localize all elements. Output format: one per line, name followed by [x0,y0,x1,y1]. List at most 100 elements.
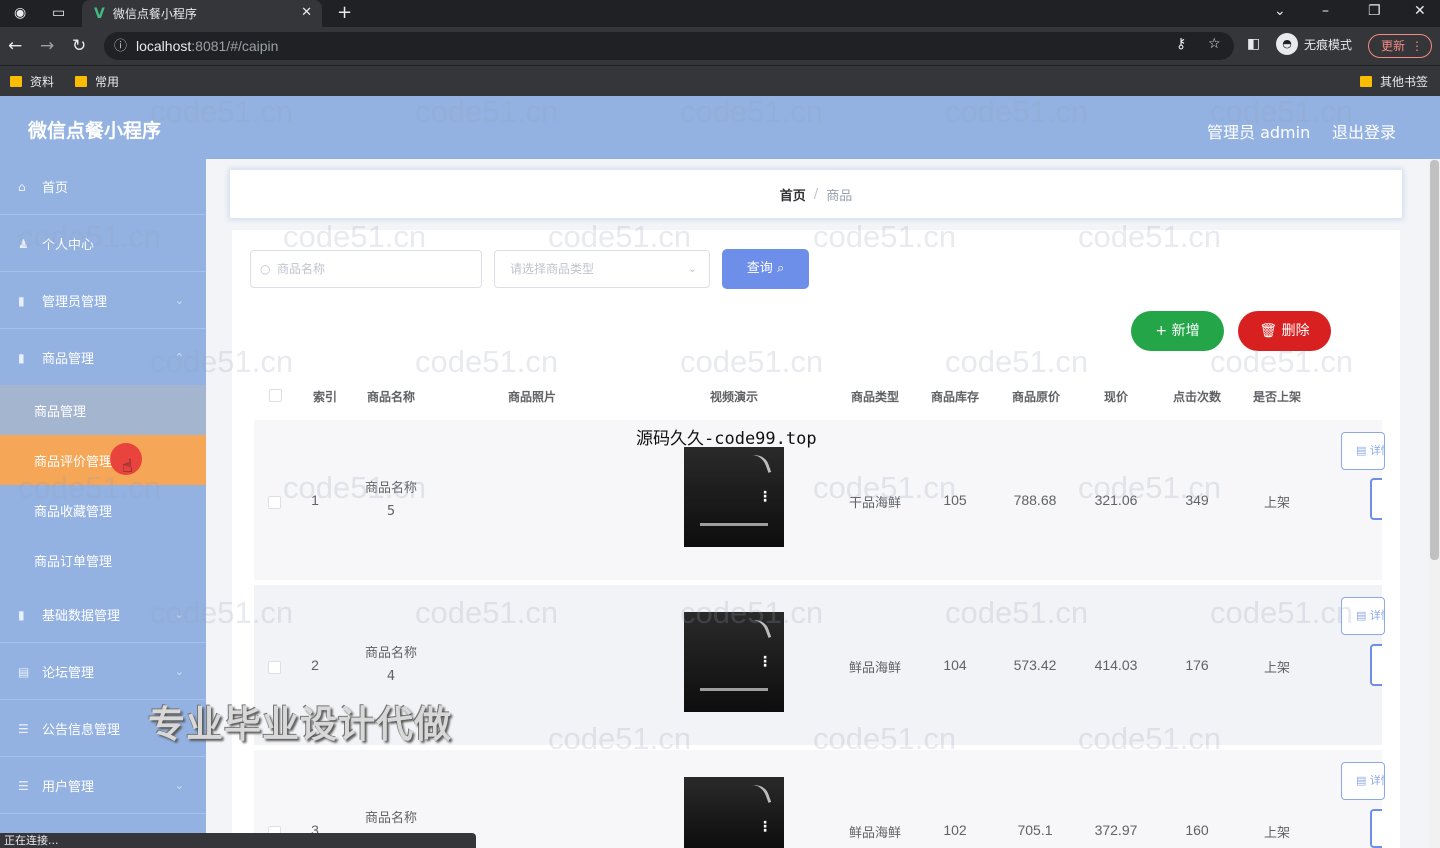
product-name-search-input[interactable]: ○ 商品名称 [250,250,482,288]
sidebar-item-label: 公告信息管理 [42,723,121,738]
new-tab-icon[interactable]: + [337,2,352,23]
site-info-icon[interactable]: ⓘ [114,32,127,60]
app-title: 微信点餐小程序 [28,120,162,142]
column-header-original-price[interactable]: 商品原价 [1000,388,1072,405]
logout-link[interactable]: 退出登录 [1332,119,1396,143]
video-player[interactable]: ⋮ [684,612,784,712]
query-label: 查询 [746,261,773,276]
sidebar-sub-product-manage[interactable]: 商品管理 [0,385,206,435]
cell-clicks: 160 [1185,822,1209,838]
current-user-label: 管理员 admin [1207,123,1311,142]
column-header-video: 视频演示 [709,390,758,404]
column-header-price[interactable]: 现价 [1086,388,1146,405]
product-type-select[interactable]: 请选择商品类型 ⌄ [494,250,710,288]
minimize-icon[interactable]: – [1322,3,1329,19]
scrollbar-thumb[interactable] [1430,160,1439,560]
cell-price: 321.06 [1094,492,1138,508]
column-header-clicks[interactable]: 点击次数 [1160,388,1234,405]
cell-original-price: 573.42 [1013,657,1057,673]
sidebar-item-products[interactable]: ▮ 商品管理 ⌃ [0,330,206,386]
other-bookmarks[interactable]: 其他书签 [1360,73,1428,90]
cell-listed: 上架 [1263,826,1290,841]
video-player[interactable]: ⋮ [684,777,784,848]
reload-icon[interactable]: ↻ [72,36,86,56]
chevron-up-icon: ⌃ [174,351,184,364]
bookmark-folder-1[interactable]: 资料 [10,73,54,90]
add-button[interactable]: + 新增 [1131,311,1224,351]
sidebar-item-base-data[interactable]: ▮ 基础数据管理 ⌄ [0,587,206,643]
more-options-icon[interactable]: ⋮ [758,654,772,670]
plus-icon: + [1155,323,1172,339]
cell-name: 商品名称 4 [361,642,421,688]
close-tab-icon[interactable]: ✕ [301,5,312,20]
delete-button[interactable]: 🗑 删除 [1238,311,1331,351]
detail-button[interactable]: ▤ 详情 [1341,762,1385,800]
row-checkbox[interactable] [268,496,281,509]
edit-button[interactable] [1370,478,1382,520]
forward-icon[interactable]: → [40,36,54,56]
more-options-icon[interactable]: ⋮ [758,489,772,505]
sidebar-item-label: 首页 [42,181,69,196]
breadcrumb-current: 商品 [826,188,853,204]
tab-search-icon[interactable]: ⌄ [1274,3,1286,19]
menu-icon: ☰ [18,778,29,793]
sidebar-sub-product-favorite[interactable]: 商品收藏管理 [0,485,206,535]
sidebar-item-admin[interactable]: ▮ 管理员管理 ⌄ [0,273,206,329]
video-progress-bar[interactable] [700,688,768,691]
cell-listed: 上架 [1263,496,1290,511]
cell-price: 414.03 [1094,657,1138,673]
cell-stock: 104 [943,657,967,673]
back-icon[interactable]: ← [8,36,22,56]
detail-button[interactable]: ▤ 详情 [1341,597,1385,635]
query-button[interactable]: 查询 ⌕ [722,249,809,289]
edit-button[interactable] [1370,809,1382,848]
more-options-icon[interactable]: ⋮ [758,819,772,835]
tab-overview-icon[interactable]: ▭ [52,5,65,21]
sidebar-item-forum[interactable]: ▤ 论坛管理 ⌄ [0,644,206,700]
close-window-icon[interactable]: ✕ [1414,3,1426,19]
select-all-checkbox[interactable] [269,389,282,402]
sidebar-item-home[interactable]: ⌂ 首页 [0,159,206,215]
bookmark-label: 资料 [30,75,55,89]
breadcrumb-separator: / [813,186,819,202]
key-icon[interactable]: ⚷ [1176,36,1186,52]
sidebar-sub-product-review[interactable]: 商品评价管理 [0,435,206,485]
video-player[interactable]: ⋮ [684,447,784,547]
restore-icon[interactable]: ❐ [1368,3,1381,19]
url-field[interactable]: ⓘ localhost:8081/#/caipin [104,32,1234,60]
breadcrumb-home[interactable]: 首页 [780,185,806,204]
column-header-name[interactable]: 商品名称 [356,388,426,405]
incognito-icon: ◓ [1276,33,1298,55]
sidebar-item-users[interactable]: ☰ 用户管理 ⌄ [0,758,206,814]
tab-title: 微信点餐小程序 [112,7,197,21]
doc-icon: ▤ [18,664,30,679]
incognito-indicator[interactable]: ◓ 无痕模式 [1276,33,1352,55]
cell-name-line1: 商品名称 [364,646,417,661]
bookmark-folder-2[interactable]: 常用 [75,73,119,90]
detail-label: 详情 [1369,444,1384,457]
delete-label: 删除 [1281,323,1310,339]
browser-tab[interactable]: V 微信点餐小程序 ✕ [82,0,322,27]
column-header-type[interactable]: 商品类型 [836,388,914,405]
update-button[interactable]: 更新 ⋮ [1368,34,1432,58]
column-header-index[interactable]: 索引 [300,388,350,405]
sidebar-sub-label: 商品评价管理 [34,454,113,470]
sidebar-item-label: 商品管理 [42,352,95,367]
column-header-listed[interactable]: 是否上架 [1240,388,1314,405]
video-progress-bar[interactable] [700,523,768,526]
detail-button[interactable]: ▤ 详情 [1341,432,1385,470]
browser-status-bar: 正在连接... [0,833,476,848]
edit-button[interactable] [1370,644,1382,686]
sidebar-sub-product-orders[interactable]: 商品订单管理 [0,535,206,585]
row-checkbox[interactable] [268,661,281,674]
browser-menu-icon[interactable]: ◉ [14,5,26,21]
column-header-stock[interactable]: 商品库存 [918,388,992,405]
bookmark-star-icon[interactable]: ☆ [1208,36,1221,52]
sidebar-item-profile[interactable]: ♟ 个人中心 [0,216,206,272]
sidebar-item-label: 论坛管理 [42,666,95,681]
cell-name-line2: 4 [386,669,396,684]
cell-name-line1: 商品名称 [364,481,417,496]
cell-type: 鲜品海鲜 [848,661,901,676]
chevron-down-icon: ⌄ [174,779,184,792]
side-panel-icon[interactable]: ◧ [1247,36,1260,52]
